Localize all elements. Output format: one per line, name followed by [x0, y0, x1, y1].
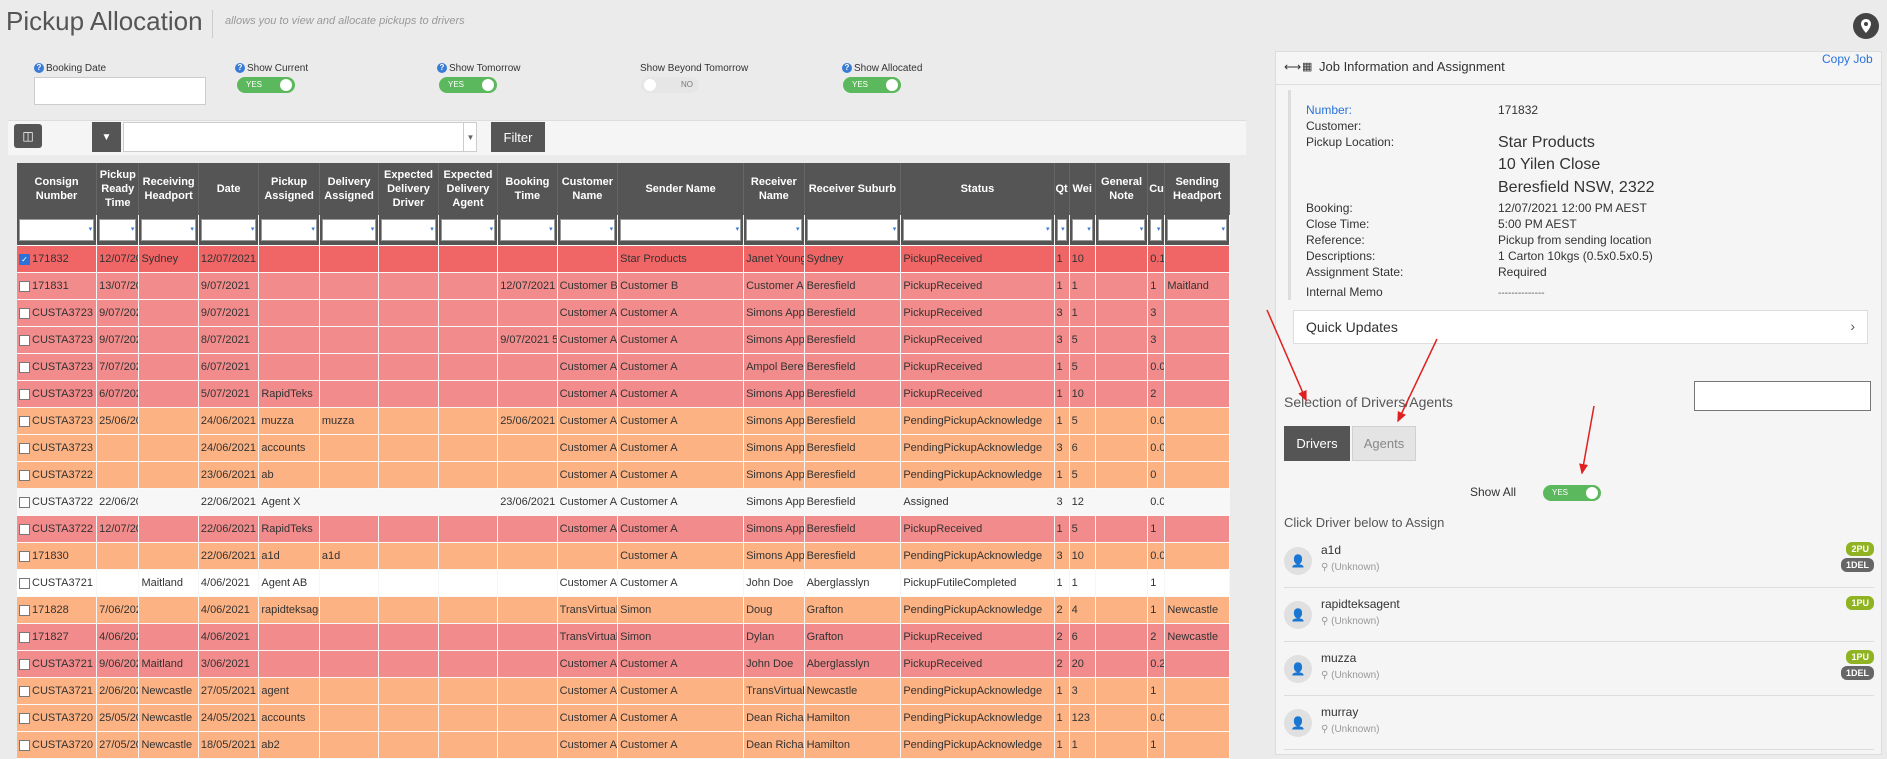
annotation-arrow	[1266, 309, 1307, 402]
annotation-arrow	[1397, 338, 1438, 423]
annotation-arrow	[1579, 405, 1595, 475]
annotation-arrows	[1266, 309, 1595, 475]
